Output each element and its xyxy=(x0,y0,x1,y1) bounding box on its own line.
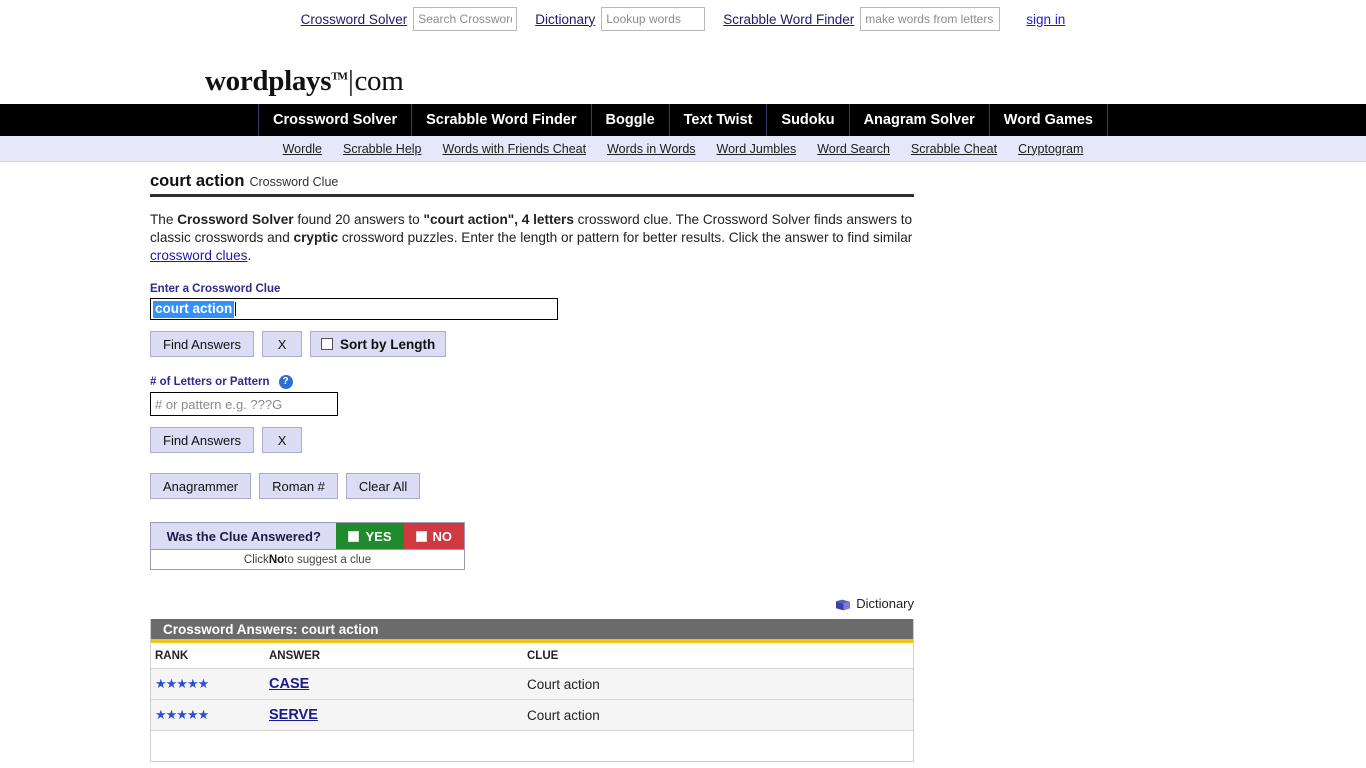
row-clue-text: Court action xyxy=(527,707,600,723)
main-navigation: Crossword Solver Scrabble Word Finder Bo… xyxy=(0,104,1366,136)
pattern-label-row: # of Letters or Pattern ? xyxy=(150,375,1366,389)
no-checkbox-icon[interactable] xyxy=(415,530,427,542)
nav-item-crossword-solver[interactable]: Crossword Solver xyxy=(258,104,413,136)
subnav-item-scrabble-cheat[interactable]: Scrabble Cheat xyxy=(911,142,997,156)
nav-item-sudoku[interactable]: Sudoku xyxy=(767,104,850,136)
logo-tld: com xyxy=(354,65,404,97)
clear-pattern-button[interactable]: X xyxy=(262,427,303,453)
clue-answered-row: Was the Clue Answered? YES NO xyxy=(150,522,465,550)
subnav-item-word-jumbles[interactable]: Word Jumbles xyxy=(717,142,797,156)
blurb-part-1: The xyxy=(150,212,178,227)
blurb-solver-emphasis: Crossword Solver xyxy=(177,212,294,227)
pattern-input[interactable] xyxy=(150,392,338,416)
subnav-item-words-in-words[interactable]: Words in Words xyxy=(607,142,695,156)
answered-no-label: NO xyxy=(432,528,453,544)
subnav-item-wordle[interactable]: Wordle xyxy=(283,142,322,156)
rank-stars: ★★★★★ xyxy=(155,707,209,722)
clear-clue-button[interactable]: X xyxy=(262,331,303,357)
subnav-item-scrabble-help[interactable]: Scrabble Help xyxy=(343,142,422,156)
blurb-part-4: crossword puzzles. Enter the length or p… xyxy=(338,230,913,245)
find-answers-pattern-button[interactable]: Find Answers xyxy=(150,427,255,453)
nav-item-word-games[interactable]: Word Games xyxy=(990,104,1108,136)
nav-item-boggle[interactable]: Boggle xyxy=(592,104,670,136)
top-crossword-solver-link[interactable]: Crossword Solver xyxy=(301,12,408,27)
nav-item-anagram-solver[interactable]: Anagram Solver xyxy=(850,104,990,136)
blurb-part-5: . xyxy=(247,248,252,263)
answered-yes-label: YES xyxy=(365,528,392,544)
note-prefix: Click xyxy=(243,553,269,566)
find-answers-button[interactable]: Find Answers xyxy=(150,331,255,357)
page-header: court action Crossword Clue xyxy=(150,172,914,197)
answered-no-button[interactable]: NO xyxy=(403,523,464,549)
subnav-item-word-search[interactable]: Word Search xyxy=(817,142,890,156)
top-scrabble-word-finder-link[interactable]: Scrabble Word Finder xyxy=(723,12,854,27)
answered-yes-button[interactable]: YES xyxy=(336,523,404,549)
site-logo[interactable]: wordplaysTM|com xyxy=(0,38,1366,100)
clue-answered-question: Was the Clue Answered? xyxy=(151,523,337,549)
crossword-clues-link[interactable]: crossword clues xyxy=(150,248,247,263)
logo-separator: | xyxy=(347,65,354,97)
clue-search-form: Enter a Crossword Clue court action Find… xyxy=(150,283,1366,499)
answer-link[interactable]: SERVE xyxy=(269,707,527,723)
pattern-input-label: # of Letters or Pattern xyxy=(150,376,270,388)
subnav-item-words-with-friends-cheat[interactable]: Words with Friends Cheat xyxy=(443,142,587,156)
column-header-answer: ANSWER xyxy=(269,649,321,662)
top-utility-bar: Crossword Solver Dictionary Scrabble Wor… xyxy=(0,0,1366,38)
help-icon[interactable]: ? xyxy=(278,375,293,389)
results-table: Crossword Answers: court action RANK ANS… xyxy=(150,619,914,762)
checkbox-icon[interactable] xyxy=(321,338,334,350)
clue-input-value: court action xyxy=(153,300,235,318)
dictionary-label: Dictionary xyxy=(856,596,914,611)
clue-answered-widget: Was the Clue Answered? YES NO Click No t… xyxy=(150,522,465,570)
page-description: The Crossword Solver found 20 answers to… xyxy=(150,211,918,265)
top-dictionary-search-input[interactable] xyxy=(601,7,706,31)
table-row[interactable]: ★★★★★ SERVE Court action xyxy=(151,700,913,731)
yes-checkbox-icon[interactable] xyxy=(348,530,360,542)
clue-button-row: Find Answers X Sort by Length xyxy=(150,331,1366,357)
blurb-query-emphasis: "court action", 4 letters xyxy=(423,212,574,227)
page-subtitle: Crossword Clue xyxy=(249,175,339,189)
book-icon xyxy=(835,598,851,610)
tools-row: Anagrammer Roman # Clear All xyxy=(150,473,1366,499)
page-title: court action xyxy=(150,172,245,190)
top-dictionary-link[interactable]: Dictionary xyxy=(535,12,595,27)
clue-input-label: Enter a Crossword Clue xyxy=(150,283,281,295)
nav-item-scrabble-word-finder[interactable]: Scrabble Word Finder xyxy=(412,104,592,136)
rank-stars: ★★★★★ xyxy=(155,676,209,691)
dictionary-shortcut[interactable]: Dictionary xyxy=(150,596,914,611)
subnav-item-cryptogram[interactable]: Cryptogram xyxy=(1018,142,1083,156)
secondary-navigation: Wordle Scrabble Help Words with Friends … xyxy=(0,136,1366,162)
blurb-cryptic-emphasis: cryptic xyxy=(293,230,339,245)
logo-trademark-icon: TM xyxy=(331,70,348,83)
clue-answered-note: Click No to suggest a clue xyxy=(150,550,465,570)
logo-name: wordplays xyxy=(205,65,332,97)
note-bold: No xyxy=(268,553,285,566)
answer-link[interactable]: CASE xyxy=(269,676,527,692)
results-heading: Crossword Answers: court action xyxy=(151,619,913,643)
text-caret xyxy=(235,302,237,316)
table-row[interactable]: ★★★★★ CASE Court action xyxy=(151,669,913,700)
row-clue-text: Court action xyxy=(527,676,600,692)
sort-by-length-toggle[interactable]: Sort by Length xyxy=(310,331,447,357)
sort-by-length-label: Sort by Length xyxy=(340,336,436,352)
logo-text: wordplaysTM|com xyxy=(205,67,404,96)
nav-item-text-twist[interactable]: Text Twist xyxy=(670,104,768,136)
note-suffix: to suggest a clue xyxy=(284,553,372,566)
top-crossword-search-input[interactable] xyxy=(413,7,518,31)
top-scrabble-search-input[interactable] xyxy=(860,7,1001,31)
clue-input[interactable]: court action xyxy=(150,298,558,320)
column-header-clue: CLUE xyxy=(527,649,559,662)
main-content: court action Crossword Clue The Crossword… xyxy=(0,162,1366,762)
blurb-part-2: found 20 answers to xyxy=(293,212,424,227)
sign-in-link[interactable]: sign in xyxy=(1026,12,1065,27)
clear-all-button[interactable]: Clear All xyxy=(345,473,421,499)
anagrammer-button[interactable]: Anagrammer xyxy=(150,473,252,499)
pattern-button-row: Find Answers X xyxy=(150,427,1366,453)
table-row-empty xyxy=(151,731,913,761)
column-header-rank: RANK xyxy=(155,649,189,662)
roman-numeral-button[interactable]: Roman # xyxy=(259,473,338,499)
results-column-headers: RANK ANSWER CLUE xyxy=(151,643,913,669)
